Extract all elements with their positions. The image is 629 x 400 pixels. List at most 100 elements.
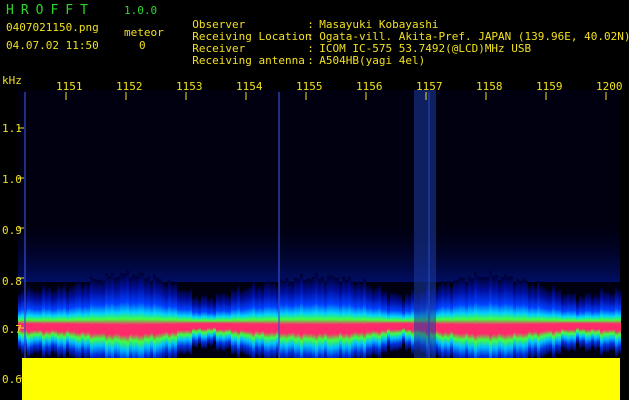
band-column (369, 286, 372, 358)
band-column (222, 292, 225, 352)
band-column (75, 282, 78, 362)
band-column (363, 278, 366, 366)
band-column (411, 289, 414, 355)
band-column (477, 276, 480, 368)
band-column (294, 278, 297, 366)
band-column (375, 287, 378, 357)
band-column (255, 288, 258, 356)
band-column (396, 293, 399, 351)
band-column (180, 290, 183, 354)
band-column (231, 289, 234, 355)
band-column (501, 277, 504, 367)
band-column (321, 276, 324, 368)
band-column (330, 275, 333, 369)
band-column (132, 274, 135, 370)
band-column (207, 299, 210, 345)
band-column (249, 286, 252, 358)
band-column (315, 273, 318, 371)
band-column (561, 296, 564, 348)
band-column (108, 276, 111, 368)
band-column (306, 278, 309, 366)
band-column (504, 274, 507, 370)
band-column (303, 280, 306, 364)
band-column (177, 290, 180, 354)
time-tick-label: 1151 (56, 80, 83, 93)
band-column (438, 285, 441, 359)
band-column (552, 285, 555, 359)
band-column (135, 276, 138, 368)
band-column (147, 276, 150, 368)
band-column (372, 289, 375, 355)
band-column (603, 291, 606, 353)
spike-line (24, 92, 26, 362)
band-column (123, 273, 126, 371)
version-label: 1.0.0 (124, 4, 158, 17)
spectrogram-plot (18, 90, 621, 400)
band-column (273, 282, 276, 362)
band-column (72, 286, 75, 358)
band-column (114, 278, 117, 366)
band-column (594, 294, 597, 350)
band-column (498, 279, 501, 365)
band-column (495, 275, 498, 369)
band-column (141, 272, 144, 372)
band-column (192, 297, 195, 347)
band-column (348, 276, 351, 368)
band-column (555, 290, 558, 354)
band-column (309, 279, 312, 365)
band-column (36, 290, 39, 354)
band-column (210, 297, 213, 347)
band-column (93, 279, 96, 365)
meteor-label: meteor (124, 26, 164, 39)
band-column (579, 295, 582, 349)
band-column (408, 294, 411, 350)
info-sep: : (307, 54, 314, 67)
band-column (540, 286, 543, 358)
band-column (120, 272, 123, 372)
band-column (69, 286, 72, 358)
band-column (165, 285, 168, 359)
band-column (78, 281, 81, 363)
band-column (216, 293, 219, 351)
meteor-count: 0 (139, 39, 146, 52)
band-column (609, 293, 612, 351)
noise-haze (18, 222, 620, 282)
band-column (558, 289, 561, 355)
time-tick-label: 1156 (356, 80, 383, 93)
time-tick-label: 1155 (296, 80, 323, 93)
freq-tick-label: 1.1 (2, 122, 22, 135)
band-column (96, 279, 99, 365)
band-column (444, 283, 447, 361)
band-column (18, 293, 21, 351)
band-column (345, 279, 348, 365)
band-column (447, 281, 450, 363)
band-column (66, 290, 69, 354)
band-column (183, 289, 186, 355)
band-column (159, 279, 162, 365)
freq-tick-label: 0.9 (2, 224, 22, 237)
band-column (33, 291, 36, 353)
band-column (537, 280, 540, 364)
band-column (267, 281, 270, 363)
band-column (576, 300, 579, 344)
band-column (360, 283, 363, 361)
band-column (483, 276, 486, 368)
freq-tick-label: 0.7 (2, 323, 22, 336)
band-column (81, 286, 84, 358)
band-column (543, 287, 546, 357)
band-column (156, 278, 159, 366)
band-column (384, 290, 387, 354)
band-column (105, 273, 108, 371)
band-column (597, 296, 600, 348)
band-column (459, 277, 462, 367)
time-tick-label: 1159 (536, 80, 563, 93)
band-column (453, 280, 456, 364)
band-column (450, 286, 453, 358)
band-column (150, 281, 153, 363)
band-column (228, 295, 231, 349)
band-column (21, 289, 24, 355)
band-column (516, 279, 519, 365)
band-column (27, 285, 30, 359)
meteor-streak (414, 90, 436, 365)
band-column (198, 299, 201, 345)
